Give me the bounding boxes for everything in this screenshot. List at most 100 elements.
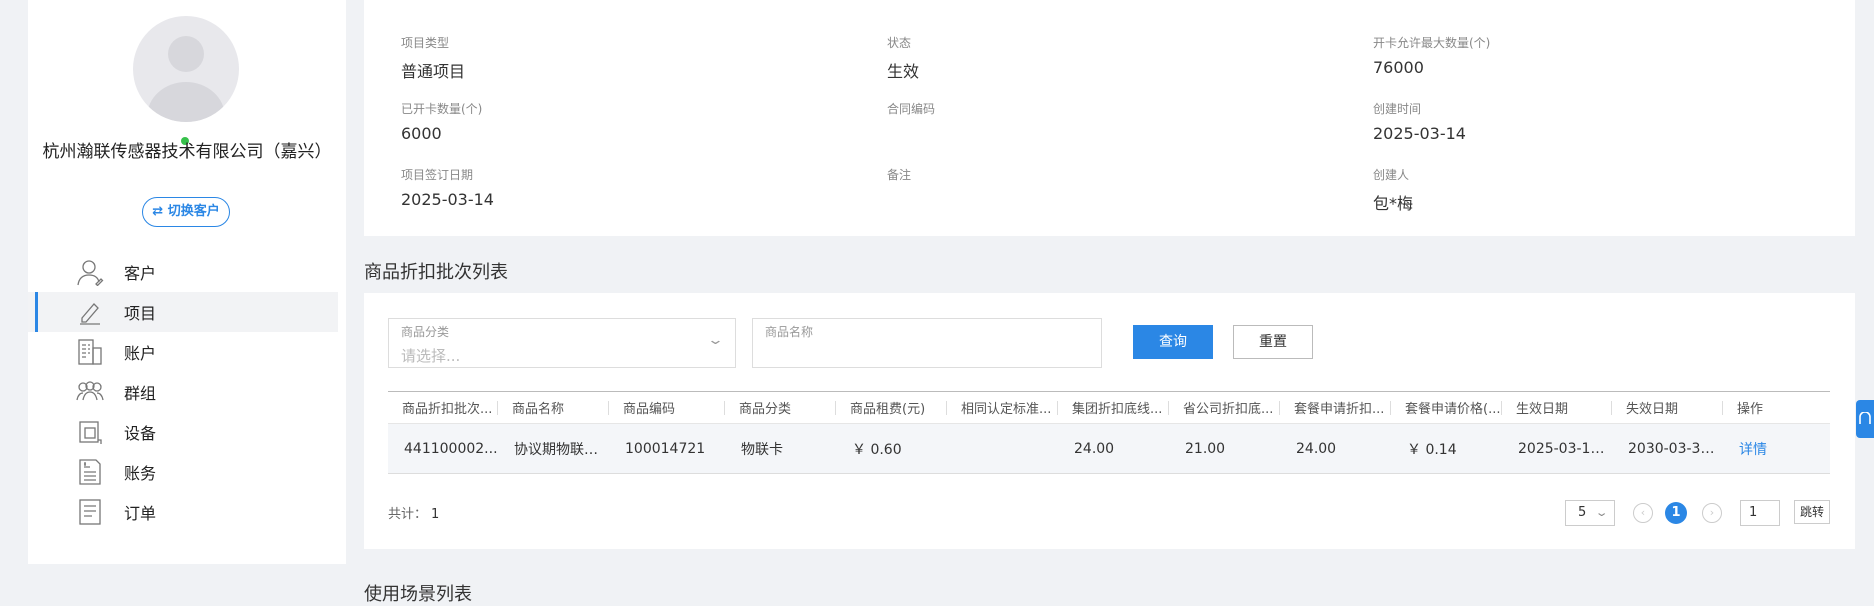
- field-label: 已开卡数量(个): [401, 102, 483, 116]
- column-header: 生效日期: [1502, 392, 1612, 424]
- field-label: 合同编码: [887, 102, 936, 116]
- column-header: 商品折扣批次...: [388, 392, 498, 424]
- field-remark: 备注: [887, 166, 911, 190]
- field-label: 备注: [887, 168, 912, 182]
- avatar: [133, 16, 239, 122]
- avatar-body: [147, 82, 225, 122]
- sidebar-item-billing[interactable]: 账务: [28, 452, 338, 492]
- category-select-label: 商品分类: [401, 325, 450, 339]
- sidebar-item-group[interactable]: 群组: [28, 372, 338, 412]
- prev-page-button[interactable]: ‹: [1633, 503, 1653, 523]
- field-label: 开卡允许最大数量(个): [1373, 36, 1491, 50]
- sidebar-item-project[interactable]: 项目: [28, 292, 338, 332]
- table-cell: 100014721: [625, 440, 706, 457]
- field-status: 状态 生效: [887, 34, 919, 82]
- table-row: 441100002... 协议期物联卡... 100014721 物联卡 ￥ 0…: [388, 423, 1830, 474]
- column-header: 商品名称: [498, 392, 609, 424]
- field-value: 普通项目: [401, 62, 466, 81]
- user-icon: [77, 260, 104, 286]
- field-value: 包*梅: [1373, 194, 1414, 213]
- reset-button[interactable]: 重置: [1233, 325, 1313, 359]
- field-label: 创建时间: [1373, 102, 1422, 116]
- scene-section-title: 使用场景列表: [364, 584, 472, 605]
- sidebar-item-label: 账户: [124, 344, 157, 363]
- sidebar-item-customer[interactable]: 客户: [28, 252, 338, 292]
- field-max-cards: 开卡允许最大数量(个) 76000: [1373, 34, 1490, 77]
- column-header: 商品租费(元): [836, 392, 947, 424]
- total-count: 共计： 1: [388, 503, 439, 522]
- sidebar-item-order[interactable]: 订单: [28, 492, 338, 532]
- field-contract-code: 合同编码: [887, 100, 935, 124]
- bill-icon: [79, 459, 101, 485]
- field-label: 状态: [887, 36, 912, 50]
- column-header: 商品编码: [609, 392, 725, 424]
- sidebar-item-label: 客户: [124, 264, 157, 283]
- sidebar-nav: 客户 项目 账户 群组 设备 账务 订单: [28, 252, 338, 532]
- column-header: 集团折扣底线...: [1058, 392, 1169, 424]
- current-page-button[interactable]: 1: [1665, 502, 1687, 524]
- discount-table: 商品折扣批次... 商品名称 商品编码 商品分类 商品租费(元) 相同认定标准.…: [388, 391, 1830, 474]
- page-size-select[interactable]: 5 ⌄: [1565, 500, 1615, 526]
- sidebar-item-account[interactable]: 账户: [28, 332, 338, 372]
- field-value: 6000: [401, 124, 442, 143]
- project-info-card: 项目类型 普通项目 状态 生效 开卡允许最大数量(个) 76000 已开卡数量(…: [364, 0, 1855, 236]
- chevron-down-icon: ⌄: [706, 333, 725, 348]
- detail-link[interactable]: 详情: [1723, 424, 1830, 474]
- switch-customer-button[interactable]: ⇄ 切换客户: [142, 197, 230, 227]
- company-name: 杭州瀚联传感器技术有限公司（嘉兴）: [42, 142, 332, 162]
- table-cell: 21.00: [1185, 440, 1226, 457]
- support-icon: [1859, 411, 1871, 424]
- table-cell: [947, 424, 1058, 474]
- sidebar-item-label: 订单: [124, 504, 157, 523]
- table-cell: 物联卡: [741, 441, 783, 458]
- column-header: 套餐申请价格(...: [1405, 401, 1502, 417]
- group-icon: [76, 381, 104, 401]
- field-signed-date: 项目签订日期 2025-03-14: [401, 166, 494, 209]
- total-label: 共计：: [388, 507, 428, 522]
- page-jump-input[interactable]: 1: [1740, 500, 1780, 526]
- floating-service-tab[interactable]: [1856, 400, 1874, 438]
- table-cell: 协议期物联卡...: [514, 441, 609, 458]
- jump-button[interactable]: 跳转: [1794, 500, 1830, 524]
- column-header: 省公司折扣底...: [1169, 392, 1280, 424]
- sidebar-item-device[interactable]: 设备: [28, 412, 338, 452]
- field-created-time: 创建时间 2025-03-14: [1373, 100, 1466, 143]
- edit-icon: [80, 303, 100, 325]
- field-label: 项目签订日期: [401, 168, 474, 182]
- discount-section-title: 商品折扣批次列表: [364, 262, 508, 283]
- product-name-input[interactable]: 商品名称: [752, 318, 1102, 368]
- discount-table-card: 商品分类 请选择... ⌄ 商品名称 查询 重置 商品折扣批次... 商品名称 …: [364, 293, 1855, 549]
- customer-sidebar: 杭州瀚联传感器技术有限公司（嘉兴） ⇄ 切换客户 客户 项目 账户 群组 设备 …: [28, 0, 346, 564]
- next-page-button[interactable]: ›: [1702, 503, 1722, 523]
- category-select-placeholder: 请选择...: [401, 347, 461, 365]
- field-opened-cards: 已开卡数量(个) 6000: [401, 100, 482, 143]
- field-label: 项目类型: [401, 36, 450, 50]
- sidebar-item-label: 设备: [124, 424, 157, 443]
- search-button[interactable]: 查询: [1133, 325, 1213, 359]
- column-header: 套餐申请折扣...: [1280, 392, 1391, 424]
- category-select[interactable]: 商品分类 请选择... ⌄: [388, 318, 736, 368]
- field-label: 创建人: [1373, 168, 1410, 182]
- field-value: 2025-03-14: [1373, 124, 1466, 143]
- field-creator: 创建人 包*梅: [1373, 166, 1413, 214]
- column-header: 失效日期: [1612, 392, 1723, 424]
- table-cell: 2025-03-14 1...: [1518, 440, 1612, 457]
- sidebar-item-label: 群组: [124, 384, 157, 403]
- table-cell: 24.00: [1074, 440, 1115, 457]
- sidebar-item-label: 账务: [124, 464, 157, 483]
- product-name-input-label: 商品名称: [765, 325, 814, 339]
- table-cell: 2030-03-31 2...: [1628, 440, 1723, 457]
- table-cell: 441100002...: [404, 440, 498, 457]
- chevron-down-icon: ⌄: [1594, 506, 1609, 519]
- sidebar-item-label: 项目: [124, 304, 157, 323]
- table-cell: ￥ 0.14: [1407, 441, 1457, 458]
- field-project-type: 项目类型 普通项目: [401, 34, 465, 82]
- table-header-row: 商品折扣批次... 商品名称 商品编码 商品分类 商品租费(元) 相同认定标准.…: [388, 391, 1830, 424]
- column-header: 商品分类: [725, 392, 836, 424]
- column-header: 相同认定标准...: [947, 392, 1058, 424]
- total-value: 1: [431, 507, 440, 522]
- account-icon: [78, 339, 102, 365]
- page-size-value: 5: [1578, 505, 1587, 520]
- field-value: 生效: [887, 62, 920, 81]
- table-cell: 24.00: [1296, 440, 1337, 457]
